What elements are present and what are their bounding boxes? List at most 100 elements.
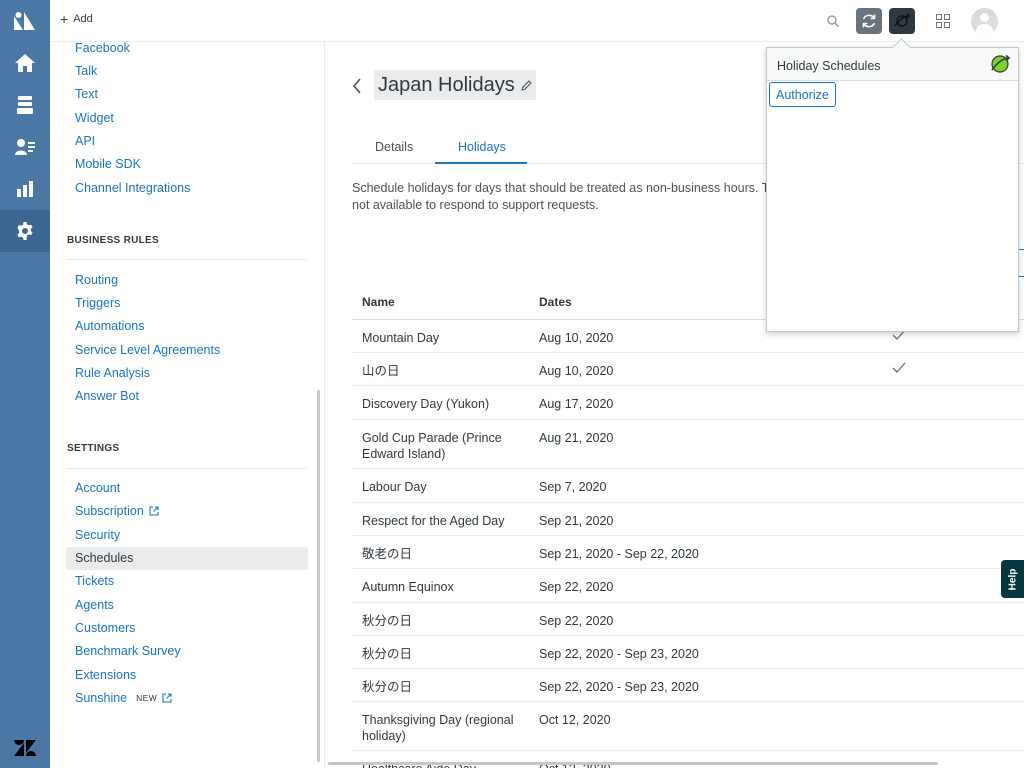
holiday-name-cell: Labour Day <box>362 480 427 494</box>
holiday-name-cell: Respect for the Aged Day <box>362 514 505 528</box>
section-divider <box>67 468 307 469</box>
active-tab-indicator <box>435 162 527 164</box>
sidebar-item-triggers[interactable]: Triggers <box>75 296 120 310</box>
app-panel-title: Holiday Schedules <box>777 59 881 73</box>
holiday-dates-cell: Sep 22, 2020 <box>539 614 614 628</box>
pencil-edit-icon[interactable] <box>521 79 532 91</box>
horizontal-scrollbar[interactable] <box>328 762 938 765</box>
table-row[interactable]: Healthcare Aide DayOct 12, 2020 <box>352 751 1024 768</box>
admin-gear-icon[interactable] <box>0 210 50 252</box>
external-link-icon <box>149 506 159 516</box>
sidebar-item-widget[interactable]: Widget <box>75 111 114 125</box>
holiday-name-cell: 山の日 <box>362 364 400 378</box>
avatar-body-shape <box>976 24 993 35</box>
avatar-head-shape <box>980 13 989 22</box>
holiday-dates-cell: Aug 10, 2020 <box>539 331 614 345</box>
column-header-dates: Dates <box>539 295 572 309</box>
holiday-dates-cell: Sep 22, 2020 - Sep 23, 2020 <box>539 647 699 661</box>
views-icon[interactable] <box>0 84 50 126</box>
sidebar-item-sunshine[interactable]: Sunshine NEW <box>75 691 172 705</box>
apps-grid-icon[interactable] <box>930 8 956 34</box>
sidebar-item-routing[interactable]: Routing <box>75 273 118 287</box>
sidebar-item-text[interactable]: Text <box>75 87 98 101</box>
external-link-icon <box>162 693 172 703</box>
sidebar-item-schedules[interactable]: Schedules <box>75 551 133 565</box>
table-row[interactable]: 敬老の日 Sep 21, 2020 - Sep 22, 2020 <box>352 536 1024 569</box>
table-row[interactable]: 秋分の日 Sep 22, 2020 - Sep 23, 2020 <box>352 636 1024 669</box>
sidebar-item-answer-bot[interactable]: Answer Bot <box>75 389 139 403</box>
holiday-dates-cell: Sep 21, 2020 <box>539 514 614 528</box>
sidebar-item-customers[interactable]: Customers <box>75 621 135 635</box>
reporting-icon[interactable] <box>0 168 50 210</box>
tab-details[interactable]: Details <box>375 140 413 154</box>
top-bar: + Add <box>50 0 1024 42</box>
table-row[interactable]: Respect for the Aged Day Sep 21, 2020 <box>352 503 1024 536</box>
help-button[interactable]: Help <box>1001 560 1024 598</box>
sidebar-item-mobile-sdk[interactable]: Mobile SDK <box>75 157 141 171</box>
table-row[interactable]: 秋分の日 Sep 22, 2020 - Sep 23, 2020 <box>352 669 1024 702</box>
table-row[interactable]: Discovery Day (Yukon) Aug 17, 2020 <box>352 386 1024 420</box>
holiday-name-cell: Gold Cup Parade (Prince Edward Island) <box>362 431 502 461</box>
business-rules-heading: BUSINESS RULES <box>67 235 159 246</box>
sidebar-item-tickets[interactable]: Tickets <box>75 574 114 588</box>
holiday-name-cell: 秋分の日 <box>362 680 413 694</box>
refresh-app-icon[interactable] <box>856 8 882 34</box>
holiday-name-cell: Autumn Equinox <box>362 580 454 594</box>
table-row[interactable]: Gold Cup Parade (Prince Edward Island) Au… <box>352 420 1024 469</box>
sidebar-item-talk[interactable]: Talk <box>75 64 97 78</box>
sidebar-item-account[interactable]: Account <box>75 481 120 495</box>
table-row[interactable]: 秋分の日 Sep 22, 2020 <box>352 603 1024 636</box>
holiday-dates-cell: Aug 17, 2020 <box>539 397 614 411</box>
sidebar-item-benchmark-survey[interactable]: Benchmark Survey <box>75 644 181 658</box>
product-rail <box>0 0 50 768</box>
table-row[interactable]: 山の日 Aug 10, 2020 <box>352 353 1024 386</box>
sidebar-item-rule-analysis[interactable]: Rule Analysis <box>75 366 150 380</box>
sidebar-item-api[interactable]: API <box>75 134 95 148</box>
holiday-dates-cell: Sep 21, 2020 - Sep 22, 2020 <box>539 547 699 561</box>
holiday-dates-cell: Aug 21, 2020 <box>539 431 614 445</box>
home-icon[interactable] <box>0 42 50 84</box>
holiday-name-cell: 敬老の日 <box>362 547 413 561</box>
holidays-table: Name Dates Mountain Day Aug 10, 2020 山の日 Au… <box>352 284 1024 768</box>
holiday-dates-cell: Oct 12, 2020 <box>539 713 611 727</box>
holiday-name-cell: Discovery Day (Yukon) <box>362 397 490 411</box>
authorize-button[interactable]: Authorize <box>769 82 836 107</box>
holiday-dates-cell: Sep 22, 2020 - Sep 23, 2020 <box>539 680 699 694</box>
back-chevron-icon[interactable] <box>352 78 362 97</box>
section-divider <box>67 259 307 260</box>
checkmark-icon <box>892 362 906 373</box>
user-avatar[interactable] <box>971 8 998 35</box>
holiday-sync-app-icon[interactable] <box>889 8 915 34</box>
sidebar-scrollbar[interactable] <box>317 390 320 762</box>
holiday-dates-cell: Sep 22, 2020 <box>539 580 614 594</box>
sidebar-item-label: Sunshine <box>75 691 128 705</box>
sidebar-item-channel-integrations[interactable]: Channel Integrations <box>75 181 190 195</box>
holiday-name-cell: 秋分の日 <box>362 647 413 661</box>
sidebar-item-extensions[interactable]: Extensions <box>75 668 136 682</box>
new-badge: NEW <box>136 693 158 703</box>
sidebar-item-subscription[interactable]: Subscription <box>75 504 159 518</box>
zendesk-logo-icon[interactable] <box>0 740 50 756</box>
sidebar-item-service-level-agreements[interactable]: Service Level Agreements <box>75 343 220 357</box>
column-header-name: Name <box>362 295 395 309</box>
customers-icon[interactable] <box>0 126 50 168</box>
holiday-name-cell: Mountain Day <box>362 331 440 345</box>
sidebar-item-facebook[interactable]: Facebook <box>75 42 130 55</box>
table-row[interactable]: Thanksgiving Day (regional holiday) Oct 1… <box>352 702 1024 751</box>
sidebar-item-agents[interactable]: Agents <box>75 598 114 612</box>
plus-icon: + <box>60 11 69 27</box>
table-row[interactable]: Autumn Equinox Sep 22, 2020 <box>352 569 1024 603</box>
tab-holidays[interactable]: Holidays <box>458 140 506 154</box>
app-panel-header: Holiday Schedules <box>767 48 1018 81</box>
zendesk-support-logo-icon[interactable] <box>0 0 50 42</box>
table-row[interactable]: Labour Day Sep 7, 2020 <box>352 469 1024 503</box>
sidebar-item-automations[interactable]: Automations <box>75 319 144 333</box>
help-label: Help <box>1007 568 1019 590</box>
search-icon[interactable] <box>820 8 846 34</box>
add-button[interactable]: + Add <box>60 11 93 27</box>
holiday-dates-cell: Sep 7, 2020 <box>539 480 607 494</box>
holiday-schedules-app-panel: Holiday Schedules Authorize <box>766 47 1019 332</box>
add-label: Add <box>73 13 93 25</box>
schedule-title-editable[interactable]: Japan Holidays <box>374 70 536 100</box>
sidebar-item-security[interactable]: Security <box>75 528 120 542</box>
